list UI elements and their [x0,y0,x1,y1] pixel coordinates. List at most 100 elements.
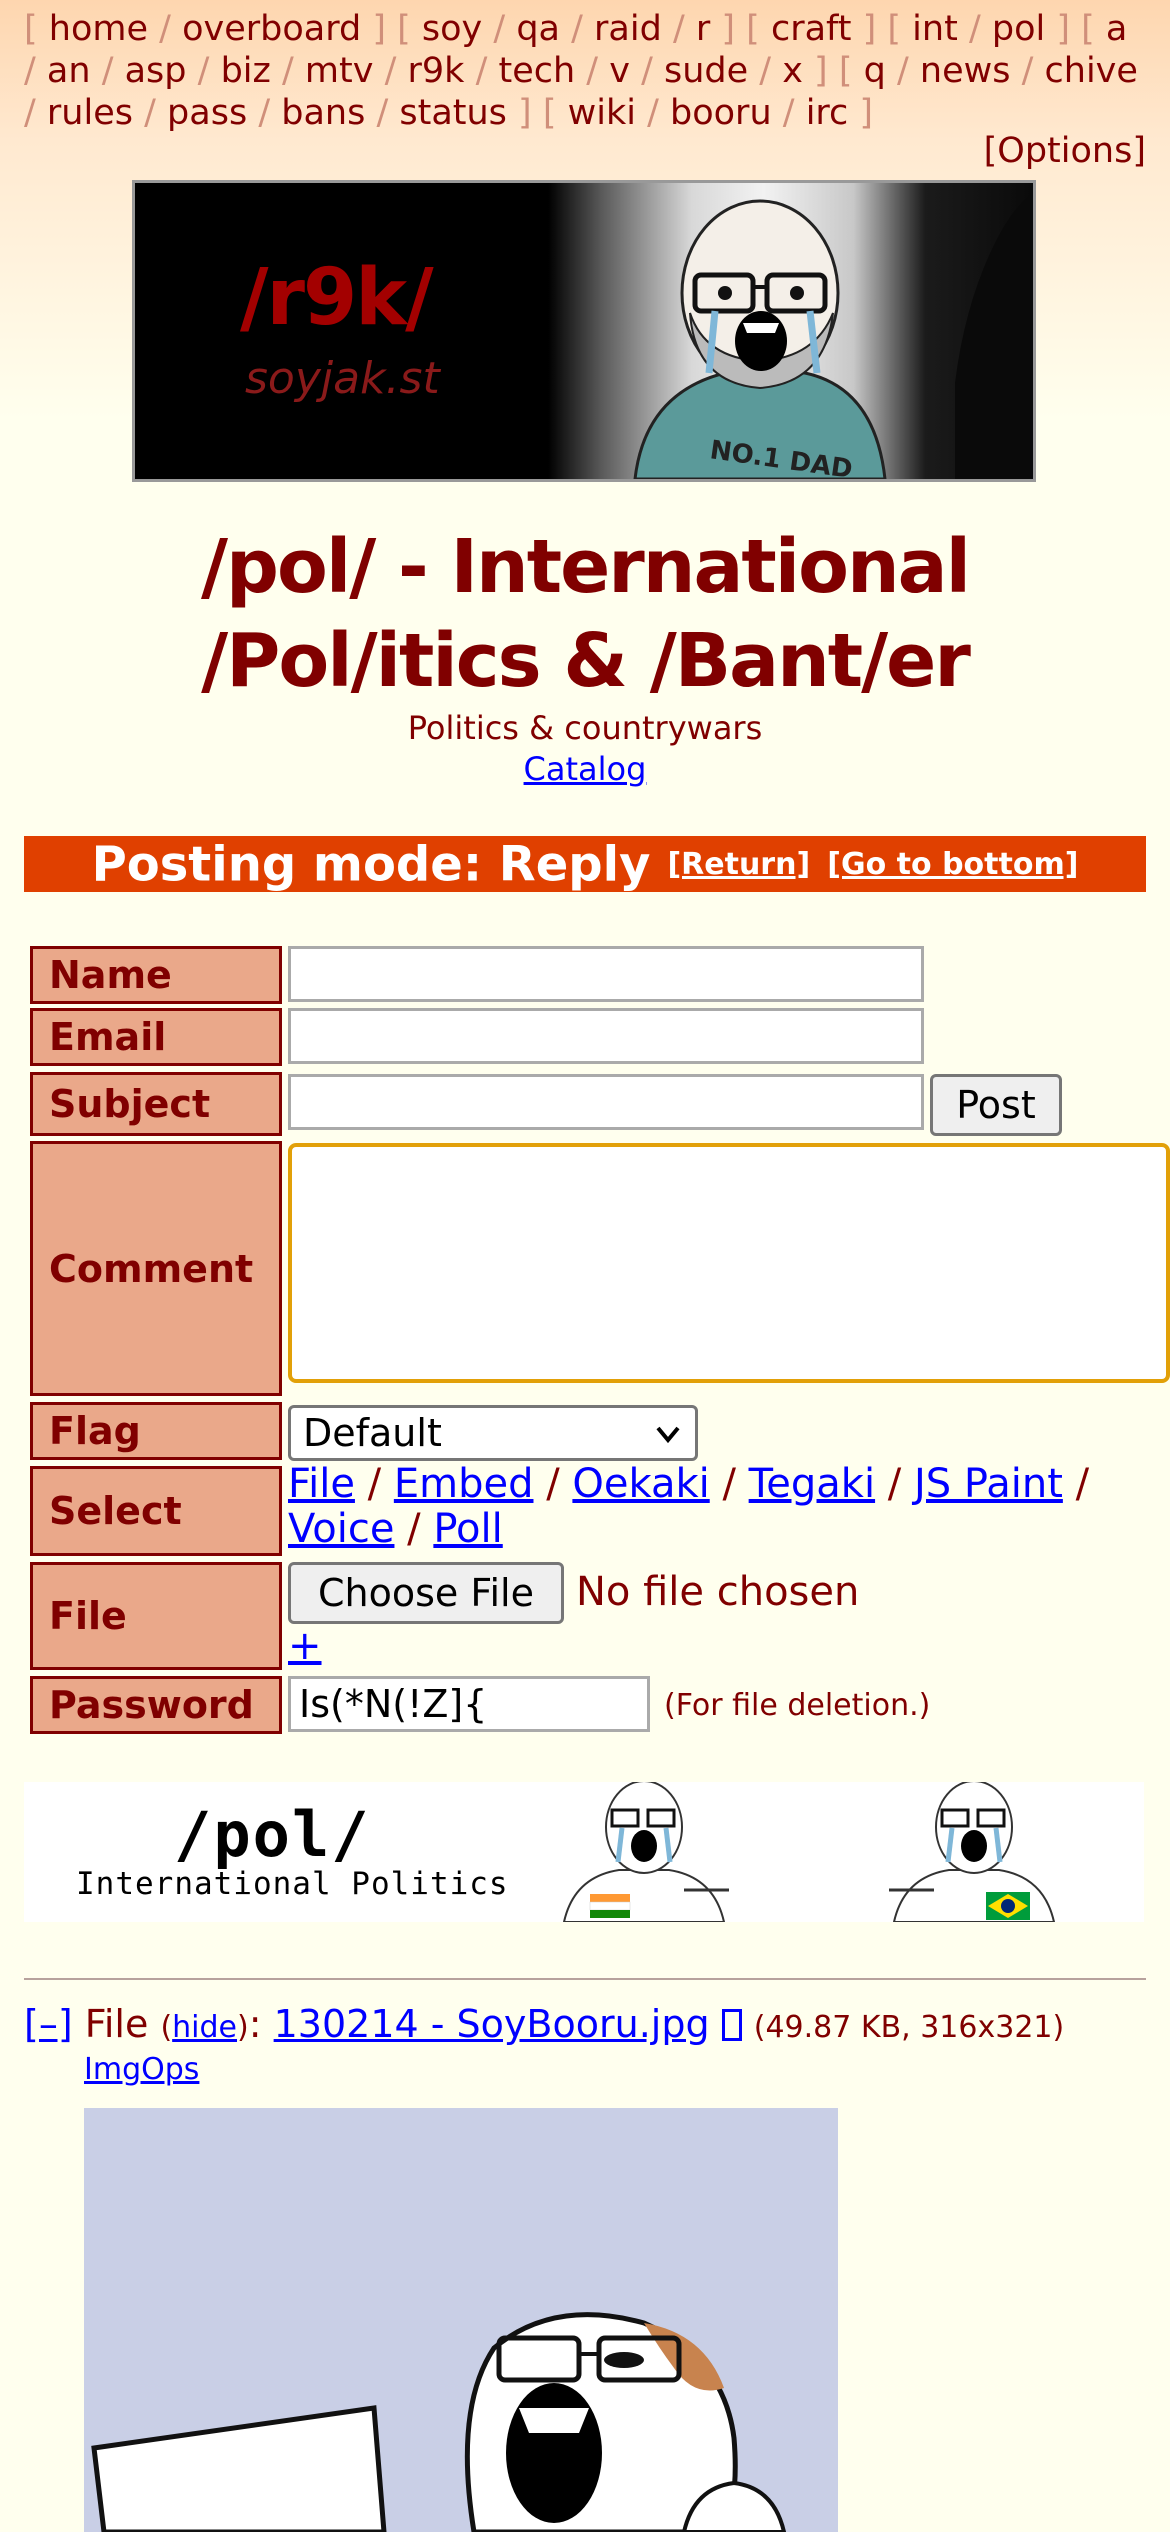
go-to-bottom-link[interactable]: [Go to bottom] [827,847,1078,882]
separator: / [464,51,499,91]
separator: / [957,9,992,49]
nav-link-tech[interactable]: tech [498,51,575,91]
board-navigation: [ home / overboard ] [ soy / qa / raid /… [24,8,1149,134]
nav-link-q[interactable]: q [864,51,886,91]
nav-link-r[interactable]: r [696,9,710,49]
nav-link-booru[interactable]: booru [670,93,772,133]
post-button[interactable]: Post [930,1074,1062,1136]
nav-link-x[interactable]: x [782,51,803,91]
nav-link-int[interactable]: int [912,9,958,49]
nav-link-pass[interactable]: pass [167,93,247,133]
banner-site-name: soyjak.st [245,353,440,404]
nav-link-r9k[interactable]: r9k [408,51,465,91]
nav-link-irc[interactable]: irc [806,93,849,133]
separator: / [270,51,305,91]
nav-link-soy[interactable]: soy [422,9,482,49]
nav-link-qa[interactable]: qa [516,9,560,49]
comment-textarea[interactable] [288,1143,1170,1383]
nav-group-2: [ soy / qa / raid / r ] [397,9,735,49]
flag-select-value: Default [303,1411,442,1455]
catalog-link[interactable]: Catalog [524,750,647,788]
pol-board-banner: /pol/ International Politics [24,1782,1144,1922]
select-voice-link[interactable]: Voice [288,1506,394,1552]
email-field[interactable] [288,1008,924,1064]
separator: / [629,51,664,91]
file-label: File [30,1562,282,1670]
nav-link-overboard[interactable]: overboard [182,9,361,49]
password-note: (For file deletion.) [664,1688,931,1723]
post-image-thumbnail[interactable] [84,2108,838,2532]
bracket-open: [ [542,93,568,133]
select-poll-link[interactable]: Poll [433,1506,502,1552]
soyjak-pointing-brazil-icon [889,1782,1056,1922]
nav-link-an[interactable]: an [47,51,91,91]
section-divider [24,1978,1146,1980]
nav-link-chive[interactable]: chive [1045,51,1138,91]
post-file-info: [–] File (hide): 130214 - SoyBooru.jpg (… [24,2002,1065,2046]
attachment-type-links: File / Embed / Oekaki / Tegaki / JS Pain… [288,1461,1090,1552]
nav-link-biz[interactable]: biz [221,51,271,91]
bracket-close: ] [710,9,736,49]
add-file-link[interactable]: + [288,1622,322,1670]
comment-label: Comment [30,1141,282,1396]
flag-select[interactable]: Default [288,1405,698,1461]
choose-file-button[interactable]: Choose File [288,1562,564,1624]
nav-link-pol[interactable]: pol [992,9,1045,49]
bracket-close: ] [848,93,874,133]
subject-label: Subject [30,1072,282,1136]
soyjak-at-computer-illustration [91,2312,787,2532]
separator: / [482,9,517,49]
nav-link-rules[interactable]: rules [47,93,133,133]
nav-link-a[interactable]: a [1106,9,1127,49]
select-label: Select [30,1466,282,1556]
nav-link-wiki[interactable]: wiki [568,93,636,133]
select-embed-link[interactable]: Embed [394,1461,534,1507]
board-subtitle: Politics & countrywars [407,709,763,747]
subject-field[interactable] [288,1074,924,1130]
posting-mode-bar: Posting mode: Reply [Return] [Go to bott… [24,836,1146,893]
bracket-close: ] [802,51,828,91]
select-oekaki-link[interactable]: Oekaki [572,1461,709,1507]
select-tegaki-link[interactable]: Tegaki [749,1461,875,1507]
collapse-post-button[interactable]: [–] [24,2002,73,2046]
nav-link-home[interactable]: home [49,9,148,49]
nav-link-mtv[interactable]: mtv [305,51,374,91]
nav-link-asp[interactable]: asp [125,51,187,91]
imgops-link[interactable]: ImgOps [84,2050,199,2090]
bracket-close: ] [506,93,532,133]
separator: / [885,51,920,91]
external-link-icon[interactable] [721,2009,742,2041]
bracket-close: ] [1045,9,1070,49]
select-file-link[interactable]: File [288,1461,355,1507]
separator: / [559,9,595,49]
nav-link-sude[interactable]: sude [664,51,748,91]
bracket-open: [ [1081,9,1106,49]
no-file-chosen-text: No file chosen [576,1569,860,1615]
nav-group-4: [ int / pol ] [887,9,1070,49]
file-name-link[interactable]: 130214 - SoyBooru.jpg [274,2002,710,2046]
separator: / [186,51,221,91]
board-banner-image[interactable]: /r9k/ soyjak.st NO.1 DAD [132,180,1036,482]
name-field[interactable] [288,946,924,1002]
nav-link-craft[interactable]: craft [771,9,852,49]
hide-file-link[interactable]: hide [172,2010,237,2045]
select-jspaint-link[interactable]: JS Paint [914,1461,1063,1507]
nav-link-bans[interactable]: bans [281,93,365,133]
file-details: (49.87 KB, 316x321) [753,2010,1065,2045]
email-label: Email [30,1008,282,1066]
bracket-open: [ [746,9,771,49]
soyjak-pointing-india-icon [562,1782,729,1922]
paren-open: ( [160,2010,173,2045]
bracket-open: [ [24,9,49,49]
separator: / [373,51,408,91]
nav-link-status[interactable]: status [399,93,507,133]
password-field[interactable]: Is(*N(!Z]{ [288,1676,650,1732]
nav-group-3: [ craft ] [746,9,876,49]
return-link[interactable]: [Return] [667,847,810,882]
nav-link-v[interactable]: v [609,51,630,91]
options-link[interactable]: [Options] [984,130,1146,172]
nav-link-raid[interactable]: raid [594,9,662,49]
catalog-row: Catalog [0,748,1170,790]
password-label: Password [30,1676,282,1734]
nav-link-news[interactable]: news [920,51,1011,91]
